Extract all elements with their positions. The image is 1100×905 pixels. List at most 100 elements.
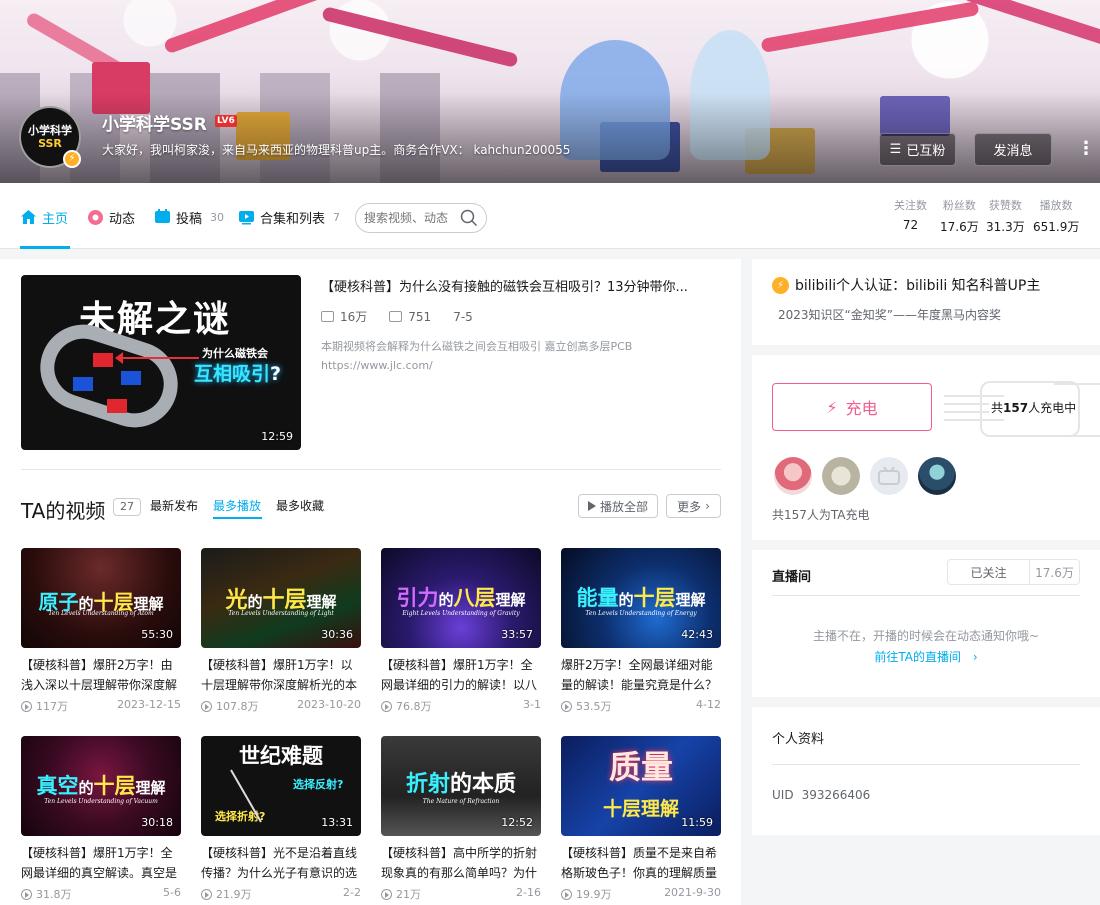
message-button[interactable]: 发消息: [974, 133, 1052, 166]
goto-live-link[interactable]: 前往TA的直播间 ›: [752, 648, 1100, 665]
avatar[interactable]: [918, 457, 956, 495]
publish-date: 2-2: [343, 886, 361, 899]
uid-value[interactable]: 393266406: [802, 788, 871, 802]
tv-icon: [878, 467, 900, 485]
video-thumbnail[interactable]: 光的十层理解 Ten Levels Understanding of Light…: [201, 548, 361, 648]
uid-row: UID 393266406: [772, 788, 870, 802]
more-options-icon[interactable]: ⋮: [1077, 136, 1095, 162]
play-all-button[interactable]: 播放全部: [578, 494, 658, 518]
video-duration: 33:57: [501, 628, 533, 641]
play-count-icon: [321, 311, 334, 322]
video-card[interactable]: 世纪难题 选择反射? 选择折射? 13:31 【硬核科普】光不是沿着直线传播？为…: [201, 736, 361, 902]
avatar-text: 小学科学: [28, 124, 72, 137]
video-card[interactable]: 能量的十层理解 Ten Levels Understanding of Ener…: [561, 548, 721, 714]
charge-button[interactable]: ⚡ 充电: [772, 383, 932, 431]
view-count: 21万: [396, 888, 421, 901]
search-box[interactable]: [355, 203, 487, 233]
stat-fans[interactable]: 粉丝数 17.6万: [940, 197, 979, 235]
live-follow-button[interactable]: 已关注 17.6万: [947, 559, 1080, 585]
view-count: 107.8万: [216, 700, 259, 713]
video-thumbnail[interactable]: 能量的十层理解 Ten Levels Understanding of Ener…: [561, 548, 721, 648]
sort-active-indicator: [213, 517, 262, 519]
description-link[interactable]: https://www.jlc.com/: [321, 356, 721, 375]
video-thumbnail[interactable]: 折射的本质 The Nature of Refraction 12:52: [381, 736, 541, 836]
live-status: 主播不在，开播的时候会在动态通知你哦~: [812, 629, 1040, 643]
video-title[interactable]: 【硬核科普】爆肝1万字！以十层理解带你深度解析光的本: [201, 655, 361, 695]
video-card[interactable]: 原子的十层理解 Ten Levels Understanding of Atom…: [21, 548, 181, 714]
video-duration: 30:18: [141, 816, 173, 829]
more-videos-button[interactable]: 更多 ›: [666, 494, 721, 518]
main-content: 未解之谜 为什么磁铁会 互相吸引? 12:59 【硬核科普】为什么没有接触的磁铁…: [0, 259, 741, 905]
publish-date: 3-1: [523, 698, 541, 711]
chevron-right-icon: ›: [705, 499, 710, 513]
play-count-icon: [201, 700, 212, 712]
tab-label: 主页: [42, 211, 69, 227]
video-card[interactable]: 真空的十层理解 Ten Levels Understanding of Vacu…: [21, 736, 181, 902]
avatar[interactable]: [870, 457, 908, 495]
stat-likes: 获赞数 31.3万: [986, 197, 1025, 235]
video-thumbnail[interactable]: 引力的八层理解 Eight Levels Understanding of Gr…: [381, 548, 541, 648]
certification-panel: ⚡ bilibili个人认证：bilibili 知名科普UP主 2023知识区“…: [752, 259, 1100, 345]
view-count: 117万: [36, 700, 68, 713]
sort-latest[interactable]: 最新发布: [150, 497, 198, 514]
live-room-title: 直播间: [772, 570, 812, 585]
tab-uploads[interactable]: 投稿 30: [154, 207, 224, 227]
divider: [772, 764, 1080, 765]
video-title[interactable]: 【硬核科普】质量不是来自希格斯玻色子！你真的理解质量: [561, 843, 721, 883]
video-meta: 117万 2023-12-15: [21, 698, 181, 714]
view-count: 21.9万: [216, 888, 252, 901]
video-title[interactable]: 【硬核科普】爆肝2万字！由浅入深以十层理解带你深度解: [21, 655, 181, 695]
stat-plays: 播放数 651.9万: [1033, 197, 1079, 235]
video-title[interactable]: 爆肝2万字！全网最详细对能量的解读！能量究竟是什么？: [561, 655, 721, 695]
top-video-thumbnail[interactable]: 未解之谜 为什么磁铁会 互相吸引? 12:59: [21, 275, 301, 450]
video-title[interactable]: 【硬核科普】爆肝1万字！全网最详细的引力的解读！以八: [381, 655, 541, 695]
video-title[interactable]: 【硬核科普】高中所学的折射现象真的有那么简单吗？为什: [381, 843, 541, 883]
tab-dynamic[interactable]: 动态: [87, 207, 135, 227]
sort-most-played[interactable]: 最多播放: [213, 497, 261, 514]
sort-most-favorited[interactable]: 最多收藏: [276, 497, 324, 514]
search-icon[interactable]: [460, 209, 478, 227]
video-thumbnail[interactable]: 质量 十层理解 11:59: [561, 736, 721, 836]
tab-collections[interactable]: 合集和列表 7: [238, 207, 340, 227]
play-count-icon: [21, 700, 32, 712]
user-sign: 大家好，我叫柯家浚，来自马来西亚的物理科普up主。商务合作VX： kahchun…: [102, 143, 571, 157]
publish-date: 2021-9-30: [664, 886, 721, 899]
video-card[interactable]: 质量 十层理解 11:59 【硬核科普】质量不是来自希格斯玻色子！你真的理解质量…: [561, 736, 721, 902]
play-count-icon: [561, 700, 572, 712]
stat-value: 72: [902, 218, 919, 232]
play-count-icon: [381, 888, 392, 900]
play-count-icon: [21, 888, 32, 900]
uid-label: UID: [772, 788, 794, 802]
tab-active-indicator: [20, 246, 70, 249]
search-input[interactable]: [364, 211, 459, 225]
play-icon: [587, 501, 596, 511]
profile-info-panel: 个人资料 UID 393266406: [752, 707, 1100, 835]
charge-label: 充电: [845, 399, 878, 418]
video-meta: 21万 2-16: [381, 886, 541, 902]
video-meta: 21.9万 2-2: [201, 886, 361, 902]
more-label: 更多: [677, 499, 702, 514]
video-card[interactable]: 光的十层理解 Ten Levels Understanding of Light…: [201, 548, 361, 714]
stat-following[interactable]: 关注数 72: [894, 197, 927, 232]
video-title[interactable]: 【硬核科普】光不是沿着直线传播？为什么光子有意识的选: [201, 843, 361, 883]
avatar[interactable]: [822, 457, 860, 495]
video-thumbnail[interactable]: 世纪难题 选择反射? 选择折射? 13:31: [201, 736, 361, 836]
video-meta: 107.8万 2023-10-20: [201, 698, 361, 714]
video-card[interactable]: 折射的本质 The Nature of Refraction 12:52 【硬核…: [381, 736, 541, 902]
divider: [772, 595, 1080, 596]
tab-home[interactable]: 主页: [20, 207, 68, 227]
lightning-icon: ⚡: [826, 397, 838, 417]
thumbnail-highlight: 互相吸引?: [194, 363, 282, 385]
followed-button[interactable]: ☰ 已互粉: [879, 133, 956, 166]
video-duration: 13:31: [321, 816, 353, 829]
followed-label: 已互粉: [906, 144, 946, 159]
avatar[interactable]: [774, 457, 812, 495]
top-video-meta: 16万 751 7-5: [321, 308, 473, 325]
video-card[interactable]: 引力的八层理解 Eight Levels Understanding of Gr…: [381, 548, 541, 714]
video-thumbnail[interactable]: 原子的十层理解 Ten Levels Understanding of Atom…: [21, 548, 181, 648]
chevron-right-icon: ›: [972, 650, 978, 664]
top-video-title[interactable]: 【硬核科普】为什么没有接触的磁铁会互相吸引？13分钟带你...: [321, 276, 721, 295]
stat-label: 获赞数: [988, 199, 1022, 212]
video-title[interactable]: 【硬核科普】爆肝1万字！全网最详细的真空解读。真空是: [21, 843, 181, 883]
video-thumbnail[interactable]: 真空的十层理解 Ten Levels Understanding of Vacu…: [21, 736, 181, 836]
